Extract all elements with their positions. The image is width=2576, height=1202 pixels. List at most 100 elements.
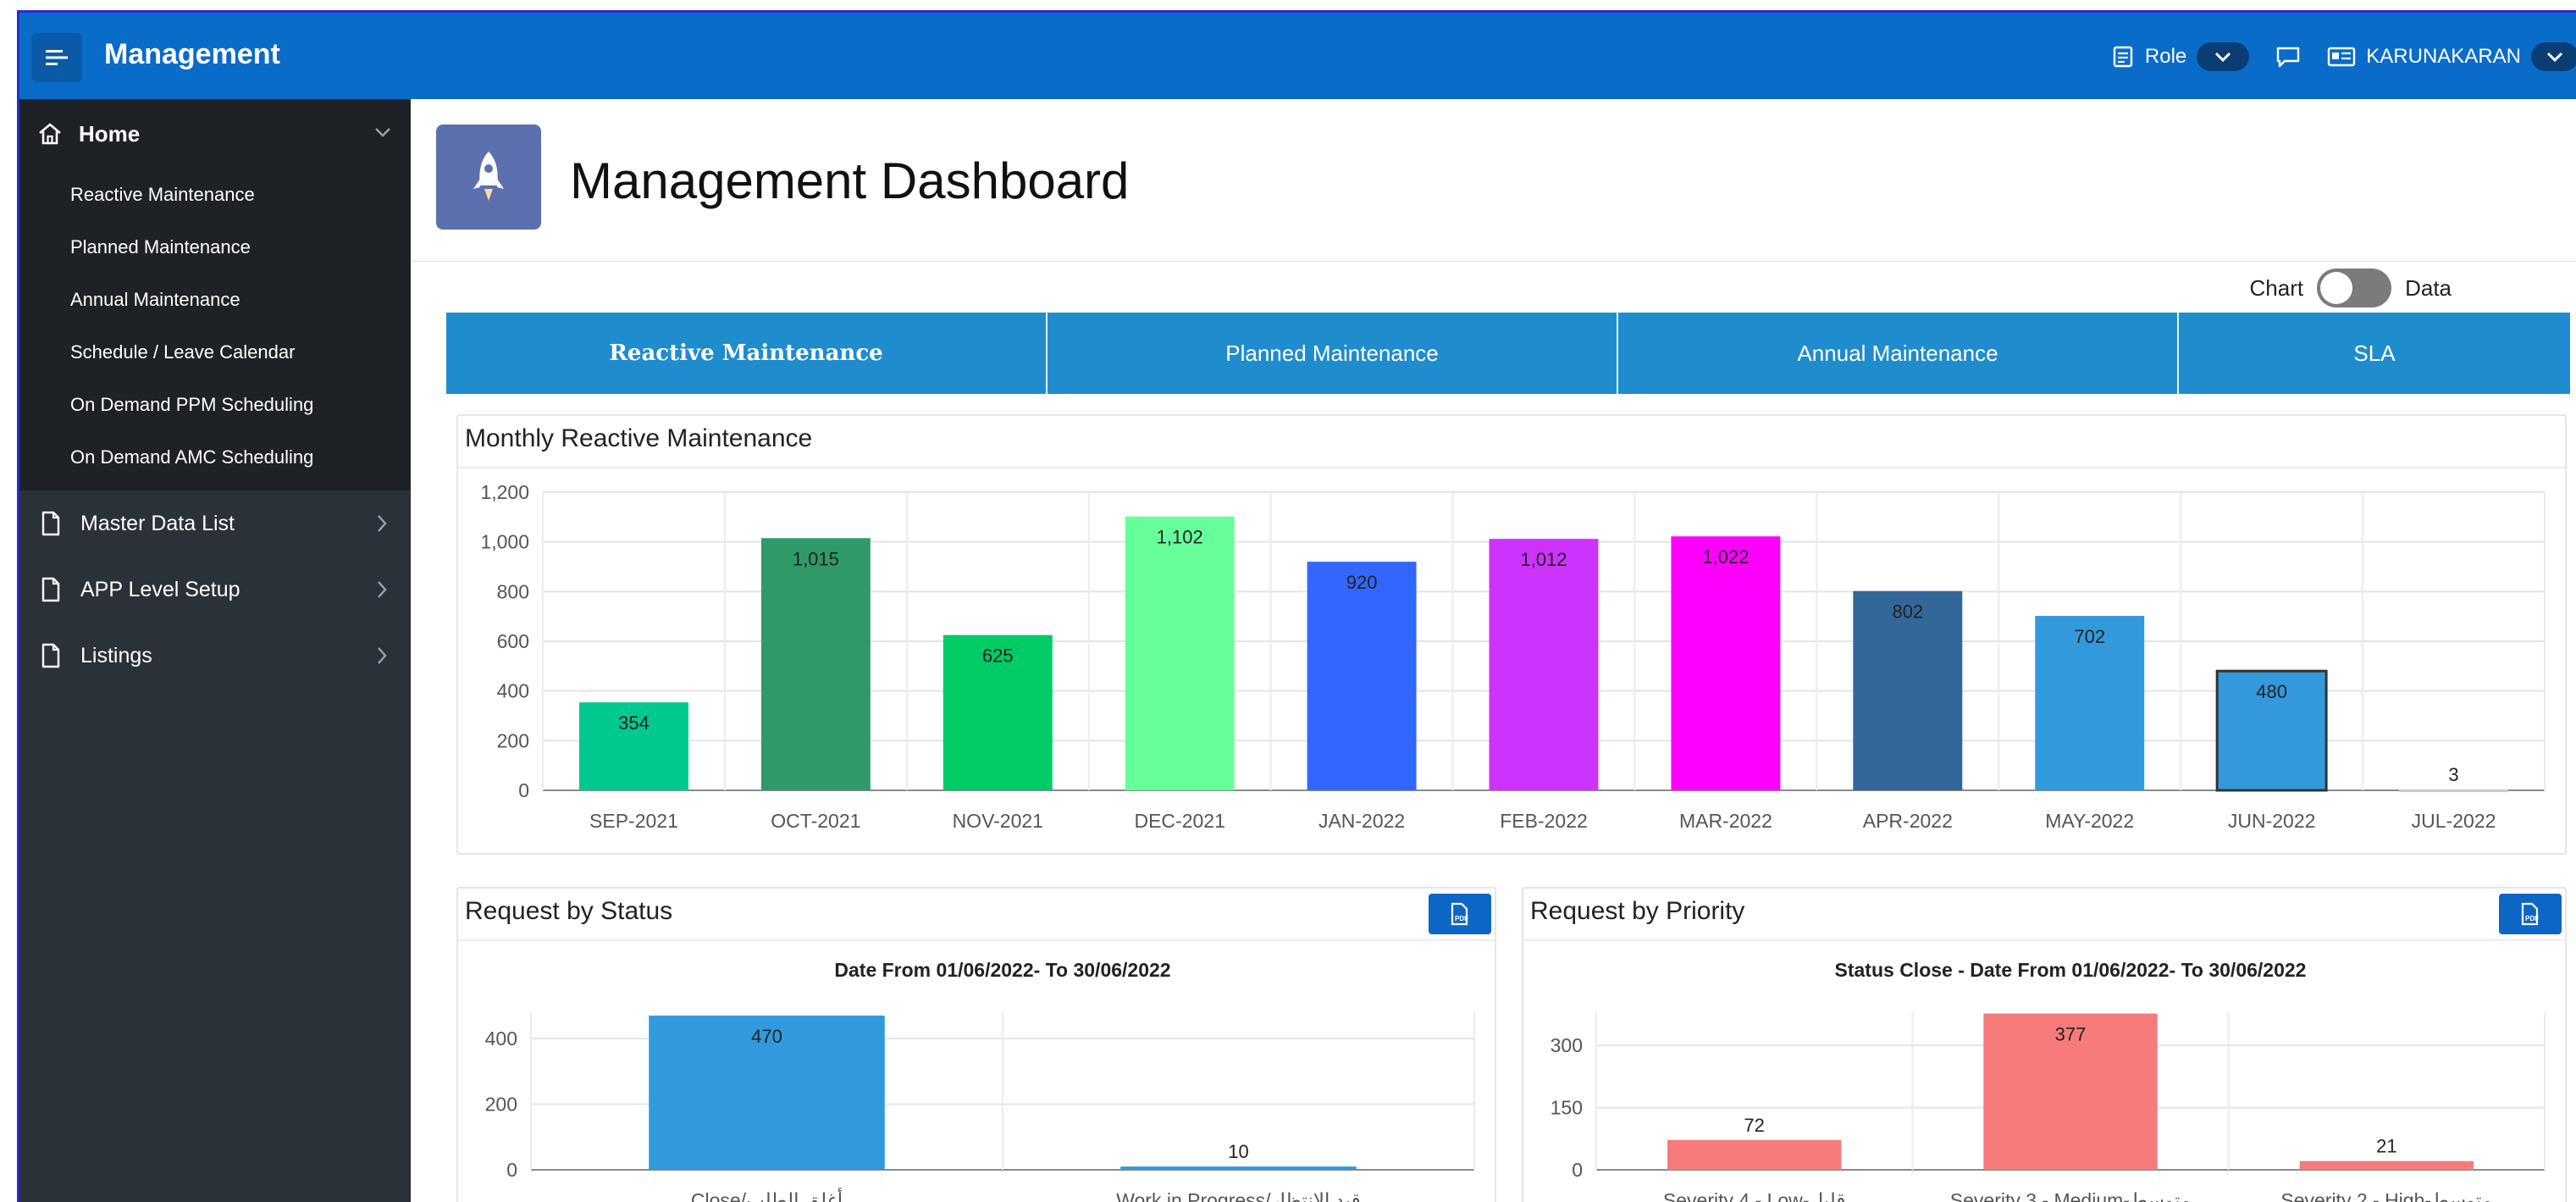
panel-title: Request by Priority [1530, 897, 1745, 925]
chevron-right-icon [378, 515, 387, 532]
chart-subtitle: Status Close - Date From 01/06/2022- To … [1835, 959, 2307, 981]
sidebar-item-label: Home [79, 120, 141, 147]
chart-bar [1120, 1166, 1357, 1170]
data-label: 1,012 [1520, 549, 1567, 570]
sidebar-item-planned-maintenance[interactable]: Planned Maintenance [19, 221, 411, 274]
toggle-right-label: Data [2405, 274, 2452, 301]
x-tick-label: Severity 4 - Low-قليل [1663, 1189, 1846, 1202]
role-menu[interactable]: Role [2111, 42, 2250, 71]
sidebar-item-reactive-maintenance[interactable]: Reactive Maintenance [19, 169, 411, 221]
app-title[interactable]: Management [104, 38, 280, 71]
tab-reactive-maintenance[interactable]: Reactive Maintenance [446, 313, 1048, 394]
chart-bar [760, 538, 871, 790]
top-right-toolbar: Role KARUNAKARAN [2111, 35, 2576, 79]
chart-subtitle: Date From 01/06/2022- To 30/06/2022 [834, 959, 1170, 981]
tab-sla[interactable]: SLA [2179, 313, 2570, 394]
export-pdf-button[interactable]: PDF [2499, 894, 2562, 934]
y-tick-label: 400 [485, 1028, 517, 1050]
pdf-icon: PDF [1451, 902, 1468, 926]
export-pdf-button[interactable]: PDF [1429, 894, 1491, 934]
svg-text:PDF: PDF [2525, 915, 2539, 922]
data-label: 354 [618, 712, 650, 734]
sidebar-item-label: APP Level Setup [80, 577, 240, 601]
x-tick-label: MAY-2022 [2045, 810, 2134, 832]
y-tick-label: 300 [1551, 1034, 1583, 1056]
user-menu[interactable]: KARUNAKARAN [2327, 42, 2576, 71]
chevron-down-icon [2546, 52, 2563, 63]
x-tick-label: JUL-2022 [2412, 810, 2496, 832]
x-tick-label: JUN-2022 [2228, 810, 2316, 832]
chevron-down-icon [2215, 52, 2231, 63]
pdf-icon: PDF [2521, 902, 2539, 926]
y-tick-label: 150 [1551, 1097, 1583, 1119]
chart-bar [1489, 539, 1599, 790]
dashboard-tabs: Reactive Maintenance Planned Maintenance… [446, 313, 2570, 394]
data-label: 3 [2448, 764, 2458, 785]
x-tick-label: APR-2022 [1863, 810, 1953, 832]
sidebar-item-on-demand-amc[interactable]: On Demand AMC Scheduling [19, 431, 411, 484]
svg-text:PDF: PDF [1455, 915, 1468, 922]
y-tick-label: 1,200 [480, 481, 529, 503]
status-bar-chart: Date From 01/06/2022- To 30/06/2022 0 200 4… [485, 959, 1475, 1202]
chart-bar [1125, 516, 1235, 790]
sidebar-item-annual-maintenance[interactable]: Annual Maintenance [19, 274, 411, 326]
chart-bar [2299, 1160, 2474, 1170]
sidebar: Home Reactive Maintenance Planned Mainte… [19, 99, 411, 1202]
sidebar-item-label: Master Data List [80, 511, 235, 535]
chat-bubble-icon [2277, 47, 2300, 68]
home-icon [39, 123, 61, 145]
data-label: 802 [1892, 601, 1923, 623]
x-tick-label: Severity 3 - Medium-متوسط [1950, 1189, 2191, 1202]
sidebar-item-master-data-list[interactable]: Master Data List [19, 490, 411, 557]
chat-button[interactable] [2275, 44, 2302, 69]
data-label: 1,102 [1157, 527, 1203, 548]
x-tick-label: FEB-2022 [1500, 810, 1588, 832]
document-list-icon [2113, 46, 2133, 68]
sidebar-item-label: Listings [80, 643, 152, 667]
user-name: KARUNAKARAN [2366, 45, 2521, 68]
sidebar-item-app-level-setup[interactable]: APP Level Setup [19, 557, 411, 623]
panel-title: Monthly Reactive Maintenance [465, 424, 813, 452]
sidebar-item-on-demand-ppm[interactable]: On Demand PPM Scheduling [19, 379, 411, 431]
x-tick-label: JAN-2022 [1318, 810, 1405, 832]
data-label: 625 [982, 645, 1014, 667]
y-tick-label: 1,000 [480, 531, 529, 553]
y-tick-label: 0 [518, 779, 529, 801]
data-label: 1,022 [1702, 546, 1749, 568]
rocket-icon [436, 125, 541, 230]
sidebar-item-home[interactable]: Home [19, 99, 411, 169]
monthly-chart-panel: Monthly Reactive Maintenance 0 200 400 600 8… [456, 414, 2567, 855]
y-tick-label: 0 [1572, 1159, 1583, 1181]
id-card-icon [2328, 47, 2356, 67]
menu-toggle-button[interactable] [31, 33, 82, 82]
chart-data-switch[interactable] [2317, 269, 2392, 307]
chevron-right-icon [378, 647, 387, 664]
app-window: Management Role KARUNAKARAN Home Reactiv… [17, 10, 2576, 1202]
x-tick-label: SEP-2021 [589, 810, 678, 832]
tab-planned-maintenance[interactable]: Planned Maintenance [1048, 313, 1618, 394]
chart-bar [1671, 536, 1781, 790]
role-dropdown-button[interactable] [2197, 42, 2250, 71]
page-header: Management Dashboard [411, 99, 2576, 262]
chevron-right-icon [378, 581, 387, 598]
tab-annual-maintenance[interactable]: Annual Maintenance [1618, 313, 2179, 394]
file-icon [41, 577, 60, 602]
toggle-left-label: Chart [2249, 274, 2304, 301]
sidebar-item-listings[interactable]: Listings [19, 623, 411, 689]
data-label: 702 [2074, 626, 2105, 647]
chart-bar [1667, 1139, 1842, 1170]
monthly-bar-chart: 0 200 400 600 800 1,000 1,200 354 SEP-2021 1,015 O… [480, 481, 2546, 832]
home-submenu: Reactive Maintenance Planned Maintenance… [19, 169, 411, 490]
dashboard-content: Chart Data Reactive Maintenance Planned … [411, 262, 2576, 1202]
file-icon [41, 643, 60, 668]
x-tick-label: Severity 2 - High-متوسط [2280, 1189, 2492, 1202]
data-label: 21 [2376, 1136, 2396, 1157]
data-label: 920 [1346, 572, 1378, 593]
x-tick-label: OCT-2021 [771, 810, 860, 832]
y-tick-label: 400 [497, 680, 529, 702]
sidebar-item-schedule-leave-calendar[interactable]: Schedule / Leave Calendar [19, 326, 411, 379]
chart-bar [2399, 789, 2509, 793]
user-dropdown-button[interactable] [2531, 42, 2576, 71]
switch-knob [2320, 272, 2353, 304]
x-tick-label: Close/أغلق الطلب [691, 1188, 843, 1202]
